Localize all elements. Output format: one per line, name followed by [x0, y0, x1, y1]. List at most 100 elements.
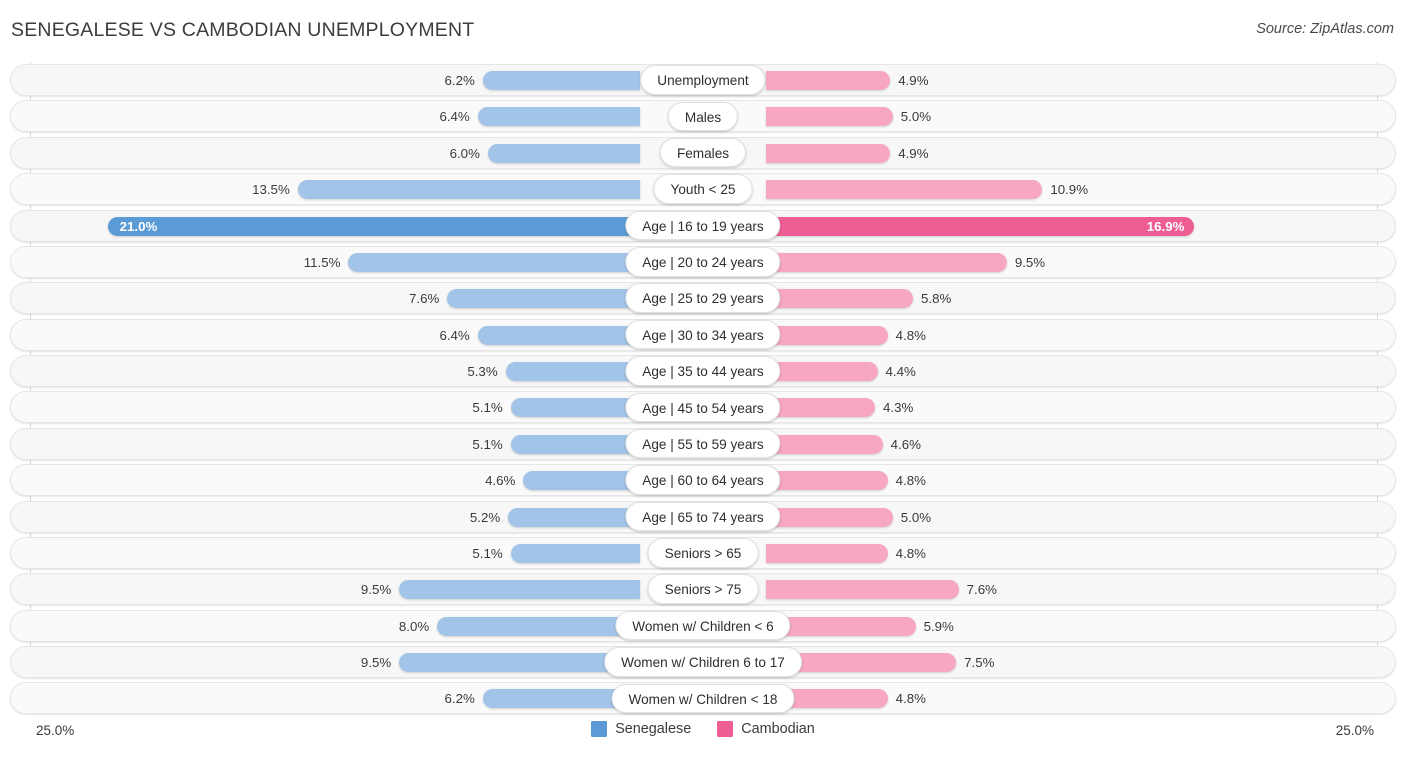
- legend-label: Senegalese: [615, 721, 691, 737]
- bar-senegalese: [506, 362, 640, 381]
- bar-senegalese: [511, 398, 640, 417]
- bar-cambodian: [766, 71, 890, 90]
- category-label-pill: Women w/ Children < 18: [612, 684, 795, 714]
- value-label-cambodian: 4.9%: [898, 72, 968, 89]
- bar-cambodian: [766, 362, 878, 381]
- category-label-pill: Age | 35 to 44 years: [625, 356, 780, 386]
- value-label-senegalese: 6.4%: [400, 108, 470, 125]
- bar-cambodian: [766, 253, 1007, 272]
- bar-cambodian: [766, 580, 959, 599]
- bar-cambodian: [766, 326, 888, 345]
- legend-item[interactable]: Senegalese: [591, 721, 691, 737]
- bar-senegalese: [511, 435, 640, 454]
- legend-item[interactable]: Cambodian: [717, 721, 815, 737]
- bar-row[interactable]: 21.0%16.9%Age | 16 to 19 years: [0, 208, 1406, 244]
- bar-senegalese: [108, 217, 640, 236]
- bar-senegalese: [508, 508, 640, 527]
- bar-row[interactable]: 5.1% 4.8% Seniors > 65: [0, 535, 1406, 571]
- chart-legend: Senegalese Cambodian: [0, 721, 1406, 737]
- value-label-cambodian: 10.9%: [1050, 181, 1120, 198]
- bar-rows-container: 6.2%4.9%Unemployment6.4%5.0%Males6.0%4.9…: [0, 62, 1406, 717]
- bar-cambodian: [766, 180, 1042, 199]
- value-label-cambodian: 4.8%: [896, 690, 966, 707]
- bar-senegalese: [511, 544, 640, 563]
- bar-row[interactable]: 6.0% 4.9% Females: [0, 135, 1406, 171]
- value-label-senegalese: 13.5%: [220, 181, 290, 198]
- category-label-pill: Age | 20 to 24 years: [625, 247, 780, 277]
- category-label-pill: Youth < 25: [654, 174, 753, 204]
- value-label-cambodian: 5.0%: [901, 509, 971, 526]
- value-label-cambodian: 5.8%: [921, 290, 991, 307]
- bar-row[interactable]: 11.5%9.5%Age | 20 to 24 years: [0, 244, 1406, 280]
- bar-cambodian: [766, 508, 893, 527]
- bar-row[interactable]: 4.6% 4.8% Age | 60 to 64 years: [0, 462, 1406, 498]
- value-label-senegalese: 11.5%: [270, 254, 340, 271]
- bar-row[interactable]: 6.2% 4.9% Unemployment: [0, 62, 1406, 98]
- value-label-senegalese: 6.0%: [410, 145, 480, 162]
- value-label-cambodian: 4.8%: [896, 545, 966, 562]
- value-label-senegalese: 5.2%: [430, 509, 500, 526]
- bar-row[interactable]: 6.2% 4.8% Women w/ Children < 18: [0, 680, 1406, 716]
- bar-senegalese: [399, 580, 640, 599]
- source-attribution: Source: ZipAtlas.com: [1256, 21, 1394, 37]
- bar-row[interactable]: 6.4% 4.8% Age | 30 to 34 years: [0, 317, 1406, 353]
- bar-row[interactable]: 7.6%5.8%Age | 25 to 29 years: [0, 280, 1406, 316]
- bar-cambodian: [766, 217, 1194, 236]
- value-label-cambodian: 4.8%: [896, 327, 966, 344]
- value-label-senegalese: 5.3%: [428, 363, 498, 380]
- value-label-cambodian: 5.9%: [924, 618, 994, 635]
- value-label-cambodian: 4.4%: [886, 363, 956, 380]
- value-label-senegalese: 6.2%: [405, 690, 475, 707]
- category-label-pill: Women w/ Children 6 to 17: [604, 647, 802, 677]
- value-label-cambodian: 7.5%: [964, 654, 1034, 671]
- bar-senegalese: [298, 180, 640, 199]
- bar-cambodian: [766, 144, 890, 163]
- bar-row[interactable]: 6.4%5.0%Males: [0, 98, 1406, 134]
- bar-senegalese: [348, 253, 640, 272]
- bar-senegalese: [483, 71, 640, 90]
- bar-row[interactable]: 5.1%4.6%Age | 55 to 59 years: [0, 426, 1406, 462]
- bar-senegalese: [447, 289, 640, 308]
- bar-senegalese: [478, 107, 640, 126]
- category-label-pill: Males: [668, 102, 738, 132]
- value-label-senegalese: 8.0%: [359, 618, 429, 635]
- chart-header: SENEGALESE VS CAMBODIAN UNEMPLOYMENT Sou…: [0, 0, 1406, 62]
- bar-row[interactable]: 5.1% 4.3% Age | 45 to 54 years: [0, 389, 1406, 425]
- legend-swatch-icon: [717, 721, 733, 737]
- bar-row[interactable]: 5.2%5.0%Age | 65 to 74 years: [0, 499, 1406, 535]
- category-label-pill: Age | 60 to 64 years: [625, 465, 780, 495]
- category-label-pill: Females: [660, 138, 746, 168]
- value-label-senegalese: 9.5%: [321, 654, 391, 671]
- value-label-cambodian: 4.9%: [898, 145, 968, 162]
- value-label-senegalese: 6.2%: [405, 72, 475, 89]
- category-label-pill: Seniors > 65: [648, 538, 759, 568]
- value-label-senegalese: 5.1%: [433, 545, 503, 562]
- bar-row[interactable]: 5.3% 4.4% Age | 35 to 44 years: [0, 353, 1406, 389]
- value-label-senegalese: 6.4%: [400, 327, 470, 344]
- value-label-senegalese: 5.1%: [433, 399, 503, 416]
- bar-row[interactable]: 9.5% 7.5% Women w/ Children 6 to 17: [0, 644, 1406, 680]
- bar-row[interactable]: 8.0% 5.9% Women w/ Children < 6: [0, 608, 1406, 644]
- category-label-pill: Unemployment: [640, 65, 765, 95]
- chart-root: SENEGALESE VS CAMBODIAN UNEMPLOYMENT Sou…: [0, 0, 1406, 757]
- bar-cambodian: [766, 107, 893, 126]
- category-label-pill: Seniors > 75: [648, 574, 759, 604]
- value-label-cambodian: 4.8%: [896, 472, 966, 489]
- bar-senegalese: [488, 144, 640, 163]
- bar-row[interactable]: 13.5% 10.9% Youth < 25: [0, 171, 1406, 207]
- bar-senegalese: [437, 617, 640, 636]
- bar-senegalese: [478, 326, 640, 345]
- plot-area: 6.2%4.9%Unemployment6.4%5.0%Males6.0%4.9…: [0, 62, 1406, 717]
- category-label-pill: Age | 45 to 54 years: [625, 393, 780, 423]
- value-label-cambodian: 7.6%: [967, 581, 1037, 598]
- category-label-pill: Women w/ Children < 6: [615, 611, 790, 641]
- bar-cambodian: [766, 544, 888, 563]
- category-label-pill: Age | 30 to 34 years: [625, 320, 780, 350]
- value-label-cambodian: 16.9%: [1132, 218, 1184, 235]
- value-label-cambodian: 4.3%: [883, 399, 953, 416]
- legend-swatch-icon: [591, 721, 607, 737]
- bar-cambodian: [766, 398, 875, 417]
- value-label-senegalese: 4.6%: [445, 472, 515, 489]
- bar-cambodian: [766, 289, 913, 308]
- bar-row[interactable]: 9.5%7.6%Seniors > 75: [0, 571, 1406, 607]
